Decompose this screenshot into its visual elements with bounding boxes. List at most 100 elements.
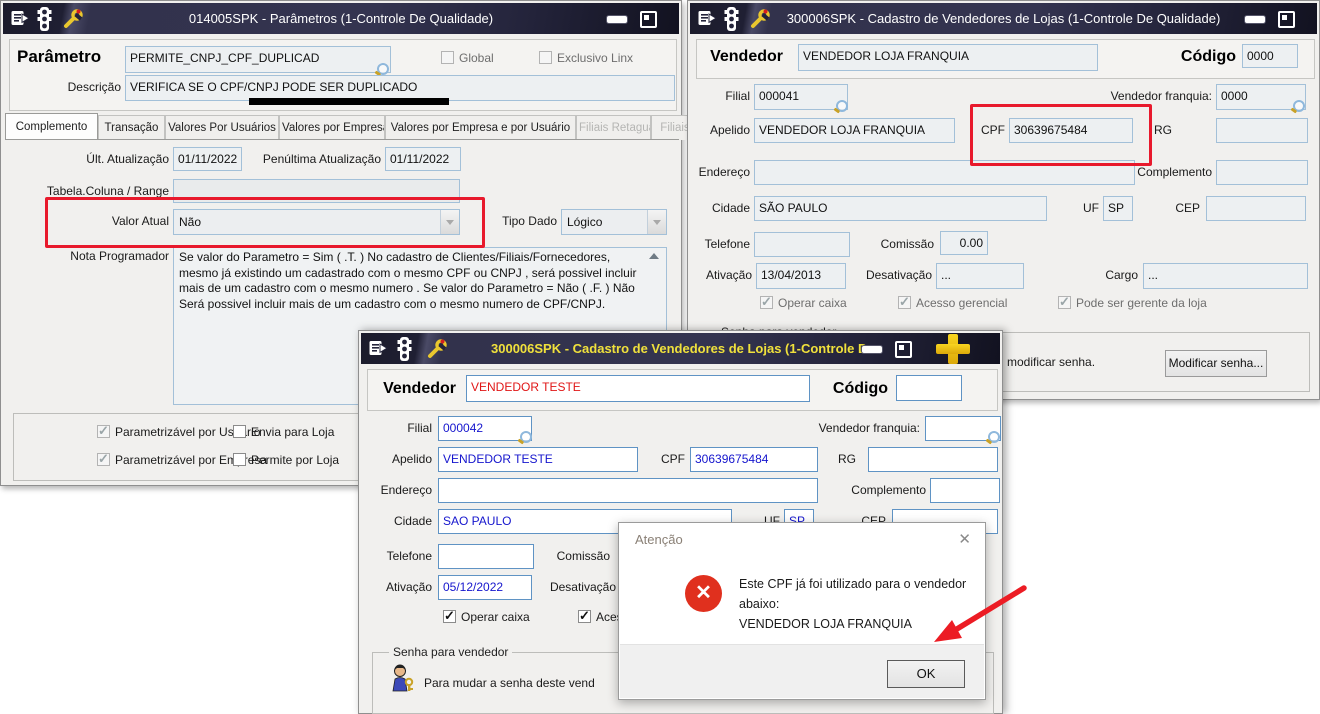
param-tabstrip: Complemento Transação Valores Por Usuári… — [5, 113, 699, 140]
codigo-label: Código — [1180, 48, 1236, 65]
filial-field[interactable]: 000041 — [754, 84, 848, 110]
tipo-dado-dropdown[interactable]: Lógico — [561, 209, 667, 235]
form-icon[interactable] — [698, 10, 717, 27]
add-record-button[interactable] — [936, 334, 970, 364]
traffic-light-icon[interactable] — [397, 336, 412, 362]
dropdown-arrow-icon[interactable] — [647, 210, 666, 234]
exclusivo-linx-checkbox[interactable] — [539, 51, 552, 64]
filial-field[interactable]: 000042 — [438, 416, 532, 441]
vendedor-label: Vendedor — [383, 380, 456, 397]
permite-por-loja-checkbox[interactable] — [233, 453, 246, 466]
telefone-label: Telefone — [704, 237, 750, 251]
endereco-label: Endereço — [380, 483, 432, 497]
apelido-field[interactable]: VENDEDOR TESTE — [438, 447, 638, 472]
parametrizavel-empresa-checkbox[interactable] — [97, 451, 110, 467]
acesso-gerencial-label: Acesso gerencial — [916, 296, 1008, 310]
titlebar-parametros: 014005SPK - Parâmetros (1-Controle De Qu… — [3, 3, 679, 34]
global-checkbox-label: Global — [459, 51, 494, 65]
envia-para-loja-checkbox[interactable] — [233, 425, 246, 438]
wrench-icon[interactable] — [427, 339, 448, 359]
cidade-label: Cidade — [393, 514, 432, 528]
minimize-button[interactable] — [862, 346, 882, 353]
complemento-field[interactable] — [930, 478, 1000, 503]
cidade-field[interactable]: SÃO PAULO — [754, 196, 1047, 221]
pode-ser-gerente-label: Pode ser gerente da loja — [1076, 296, 1207, 310]
cargo-field[interactable]: ... — [1143, 263, 1308, 289]
codigo-field[interactable]: 0000 — [1242, 44, 1298, 68]
error-icon — [685, 575, 722, 612]
endereco-label: Endereço — [698, 165, 750, 179]
filial-label: Filial — [725, 89, 750, 103]
exclusivo-linx-label: Exclusivo Linx — [557, 51, 634, 65]
tab-filiais-retaguarda[interactable]: Filiais Retaguarda — [576, 115, 651, 140]
tab-valores-por-empresa-usuario[interactable]: Valores por Empresa e por Usuário — [385, 115, 576, 140]
desativacao-field[interactable]: ... — [936, 263, 1024, 289]
cep-label: CEP — [1175, 201, 1200, 215]
global-checkbox[interactable] — [441, 51, 454, 64]
parametro-field[interactable]: PERMITE_CNPJ_CPF_DUPLICAD — [125, 46, 391, 73]
close-icon[interactable]: ✕ — [958, 530, 971, 548]
codigo-field[interactable] — [896, 375, 962, 401]
lookup-magnifier-icon[interactable] — [836, 100, 848, 112]
form-icon[interactable] — [369, 340, 388, 357]
telefone-field[interactable] — [438, 544, 534, 569]
tab-valores-por-usuarios[interactable]: Valores Por Usuários — [165, 115, 279, 140]
cep-field[interactable] — [1206, 196, 1306, 221]
annotation-arrow — [934, 585, 1027, 642]
lookup-magnifier-icon[interactable] — [988, 431, 1000, 443]
tab-valores-por-empresa[interactable]: Valores por Empresa — [279, 115, 385, 140]
codigo-label: Código — [832, 380, 888, 397]
tipo-dado-label: Tipo Dado — [502, 214, 557, 228]
parametrizavel-usuario-checkbox[interactable] — [97, 423, 110, 439]
minimize-button[interactable] — [607, 16, 627, 23]
maximize-button[interactable] — [1278, 11, 1295, 28]
vendedor-field[interactable]: VENDEDOR LOJA FRANQUIA — [798, 44, 1098, 71]
apelido-label: Apelido — [709, 123, 750, 137]
operar-caixa-checkbox[interactable] — [760, 294, 773, 310]
form-icon[interactable] — [11, 10, 30, 27]
acesso-gerencial-checkbox[interactable] — [578, 608, 591, 624]
ult-atualizacao-label: Últ. Atualização — [86, 152, 169, 166]
envia-para-loja-label: Envia para Loja — [251, 425, 335, 439]
uf-field[interactable]: SP — [1103, 196, 1133, 221]
complemento-field[interactable] — [1216, 160, 1308, 185]
ativacao-field[interactable]: 13/04/2013 — [756, 263, 846, 289]
titlebar-vendedor-teste: 300006SPK - Cadastro de Vendedores de Lo… — [361, 333, 1000, 364]
lookup-magnifier-icon[interactable] — [377, 63, 389, 75]
traffic-light-icon[interactable] — [724, 6, 739, 32]
window-title: 014005SPK - Parâmetros (1-Controle De Qu… — [188, 11, 494, 26]
operar-caixa-label: Operar caixa — [778, 296, 847, 310]
scroll-up-icon[interactable] — [649, 253, 659, 259]
apelido-label: Apelido — [391, 452, 432, 466]
vendedor-field[interactable]: VENDEDOR TESTE — [466, 375, 810, 402]
traffic-light-icon[interactable] — [37, 6, 52, 32]
comissao-field[interactable]: 0.00 — [940, 231, 988, 255]
operar-caixa-checkbox[interactable] — [443, 608, 456, 624]
rg-field[interactable] — [1216, 118, 1308, 143]
endereco-field[interactable] — [438, 478, 818, 503]
wrench-icon[interactable] — [750, 9, 771, 29]
lookup-magnifier-icon[interactable] — [1293, 100, 1305, 112]
tab-transacao[interactable]: Transação — [98, 115, 165, 140]
descricao-label: Descrição — [67, 80, 121, 94]
tab-complemento[interactable]: Complemento — [5, 113, 98, 140]
dialog-title: Atenção — [635, 532, 683, 547]
ult-atualizacao-field[interactable]: 01/11/2022 — [173, 147, 242, 171]
acesso-gerencial-checkbox[interactable] — [898, 294, 911, 310]
modificar-senha-button[interactable]: Modificar senha... — [1165, 350, 1267, 377]
pode-ser-gerente-checkbox[interactable] — [1058, 294, 1071, 310]
apelido-field[interactable]: VENDEDOR LOJA FRANQUIA — [754, 118, 955, 143]
maximize-button[interactable] — [640, 11, 657, 28]
ativacao-field[interactable]: 05/12/2022 — [438, 575, 532, 600]
rg-field[interactable] — [868, 447, 998, 472]
telefone-field[interactable] — [754, 232, 850, 257]
desativacao-label: Desativação — [549, 580, 616, 594]
penultima-field[interactable]: 01/11/2022 — [385, 147, 461, 171]
minimize-button[interactable] — [1245, 16, 1265, 23]
maximize-button[interactable] — [895, 341, 912, 358]
redaction-bar — [249, 98, 449, 105]
cpf-field[interactable]: 30639675484 — [690, 447, 818, 472]
wrench-icon[interactable] — [63, 9, 84, 29]
vendedor-franquia-label: Vendedor franquia: — [818, 421, 920, 435]
lookup-magnifier-icon[interactable] — [520, 431, 532, 443]
